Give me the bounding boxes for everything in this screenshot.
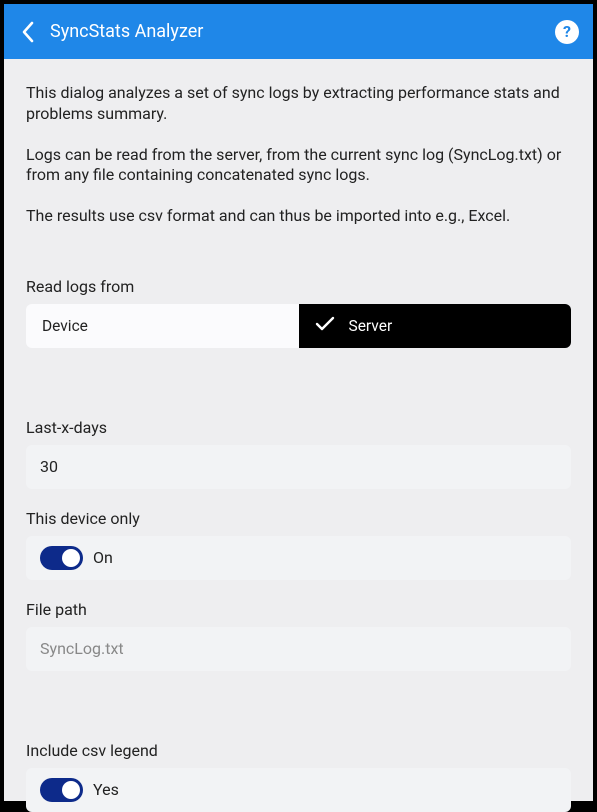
device-only-toggle[interactable] xyxy=(40,546,83,570)
last-x-days-label: Last-x-days xyxy=(26,418,571,437)
csv-legend-label: Include csv legend xyxy=(26,741,571,760)
read-logs-label: Read logs from xyxy=(26,277,571,296)
file-path-placeholder: SyncLog.txt xyxy=(40,639,124,658)
toggle-knob xyxy=(62,781,80,799)
description-line-1: This dialog analyzes a set of sync logs … xyxy=(26,83,571,125)
device-only-value: On xyxy=(93,548,113,567)
device-only-row: On xyxy=(26,536,571,580)
last-x-days-input[interactable]: 30 xyxy=(26,445,571,489)
help-icon: ? xyxy=(563,22,571,41)
device-only-label: This device only xyxy=(26,509,571,528)
content-area: This dialog analyzes a set of sync logs … xyxy=(4,59,593,812)
csv-legend-row: Yes xyxy=(26,768,571,812)
toggle-knob xyxy=(62,549,80,567)
app-header: SyncStats Analyzer ? xyxy=(4,4,593,59)
read-logs-option-device[interactable]: Device xyxy=(26,304,299,348)
csv-legend-value: Yes xyxy=(93,780,119,799)
description-block: This dialog analyzes a set of sync logs … xyxy=(26,83,571,227)
read-logs-option-server-label: Server xyxy=(349,317,393,335)
read-logs-selector: Device Server xyxy=(26,304,571,348)
description-line-3: The results use csv format and can thus … xyxy=(26,206,571,227)
chevron-left-icon xyxy=(21,21,35,43)
last-x-days-value: 30 xyxy=(40,457,58,476)
file-path-label: File path xyxy=(26,600,571,619)
read-logs-option-server[interactable]: Server xyxy=(299,304,572,348)
file-path-input[interactable]: SyncLog.txt xyxy=(26,627,571,671)
read-logs-option-device-label: Device xyxy=(42,317,88,335)
page-title: SyncStats Analyzer xyxy=(50,21,203,42)
check-icon xyxy=(315,316,335,336)
back-button[interactable] xyxy=(16,12,40,52)
description-line-2: Logs can be read from the server, from t… xyxy=(26,145,571,187)
csv-legend-toggle[interactable] xyxy=(40,778,83,802)
help-button[interactable]: ? xyxy=(555,20,579,44)
